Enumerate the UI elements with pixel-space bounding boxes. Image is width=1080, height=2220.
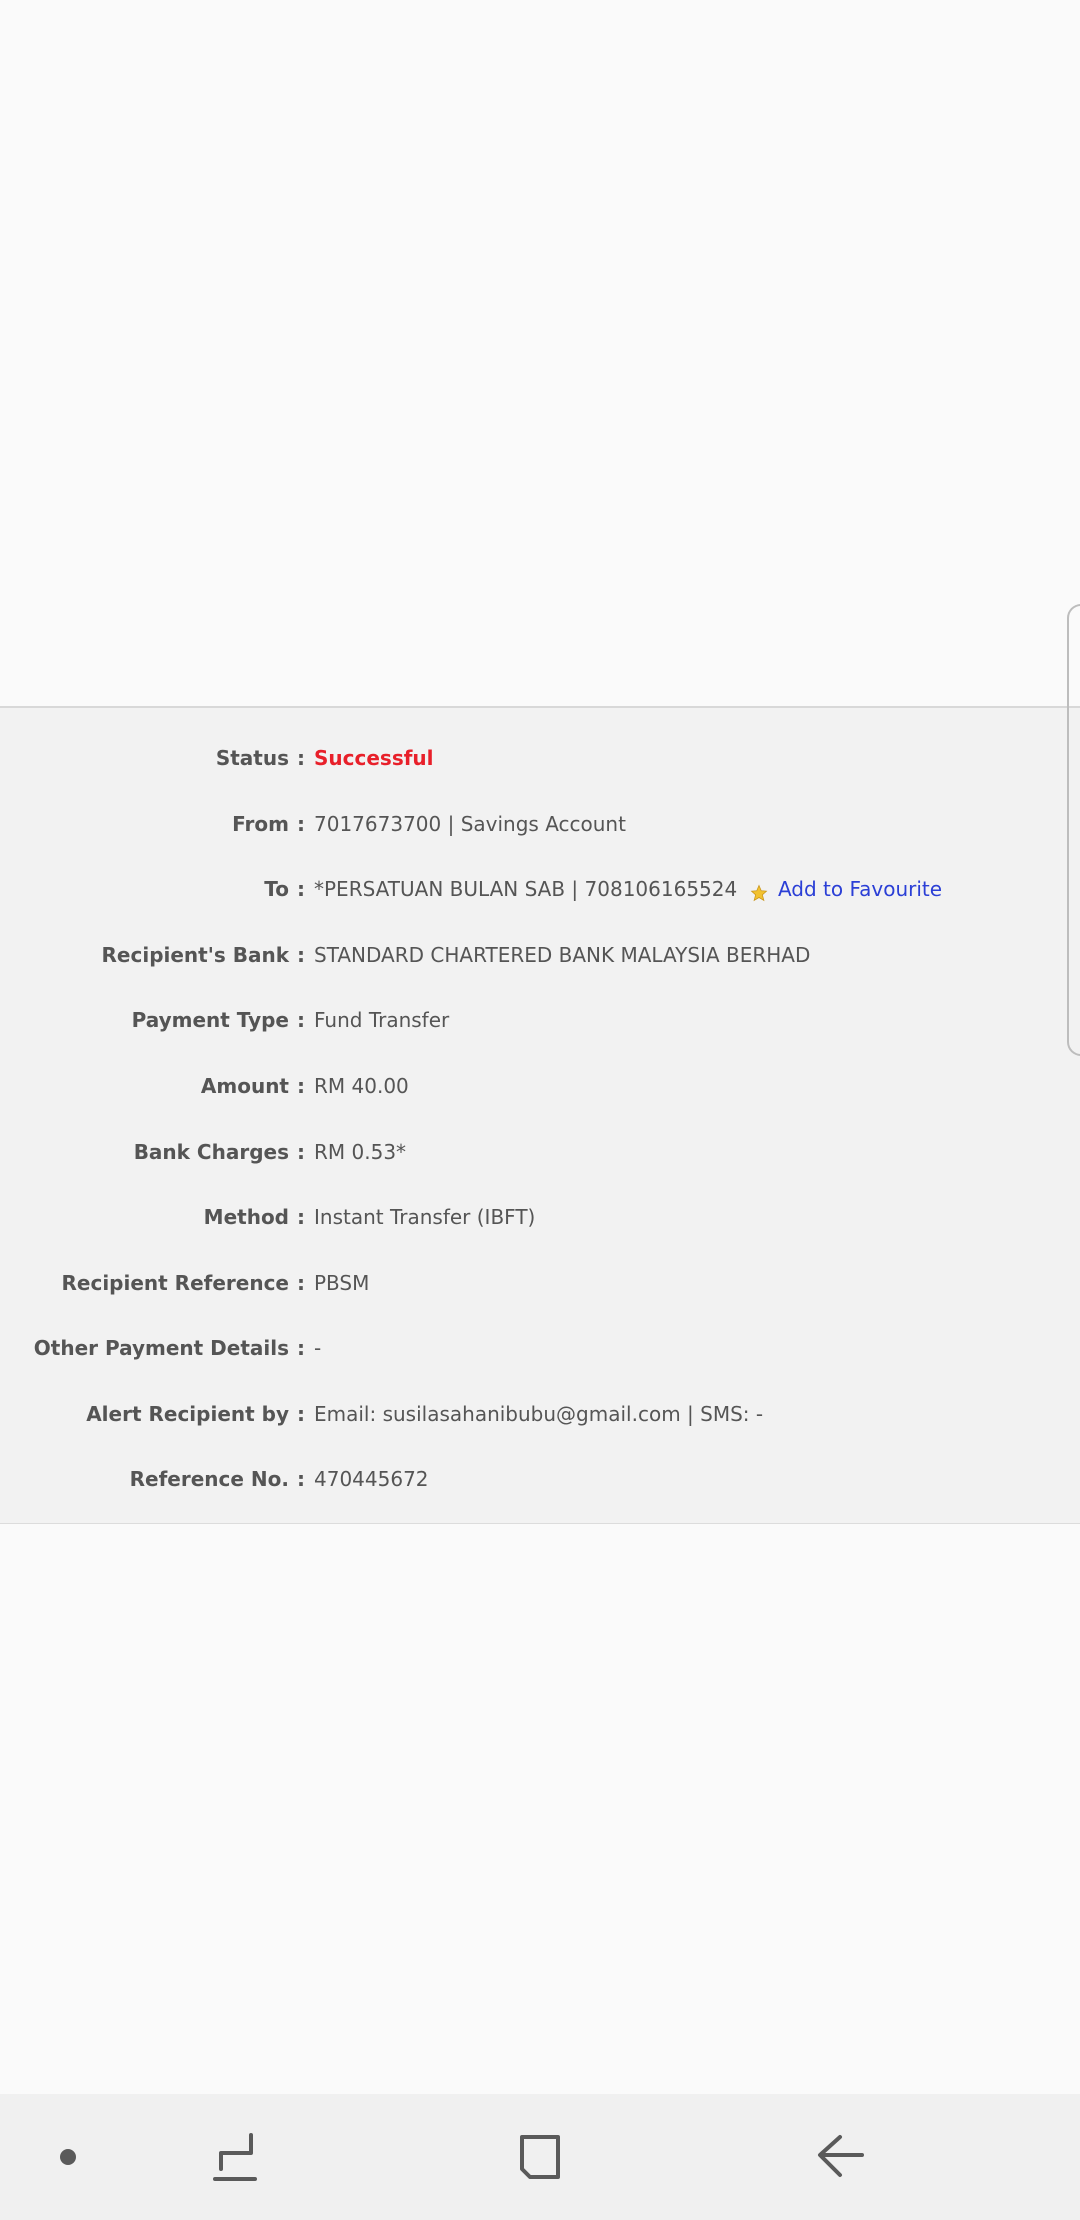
screen: Status : Successful From : 7017673700 | … bbox=[0, 0, 1080, 2220]
method-row: Method : Instant Transfer (IBFT) bbox=[0, 1197, 1080, 1237]
dot-button[interactable] bbox=[28, 2094, 108, 2220]
colon: : bbox=[297, 1402, 305, 1426]
colon: : bbox=[297, 1008, 305, 1032]
colon: : bbox=[297, 877, 305, 901]
back-button[interactable] bbox=[800, 2094, 880, 2220]
navigation-bar bbox=[0, 2094, 1080, 2220]
back-icon bbox=[818, 2135, 864, 2177]
method-value: Instant Transfer (IBFT) bbox=[314, 1205, 536, 1229]
recipient-bank-row: Recipient's Bank : STANDARD CHARTERED BA… bbox=[0, 935, 1080, 975]
from-row: From : 7017673700 | Savings Account bbox=[0, 804, 1080, 844]
transfer-details-panel: Status : Successful From : 7017673700 | … bbox=[0, 706, 1080, 1524]
colon: : bbox=[297, 1205, 305, 1229]
to-row: To : *PERSATUAN BULAN SAB | 708106165524… bbox=[0, 869, 1080, 909]
alert-recipient-value: Email: susilasahanibubu@gmail.com | SMS:… bbox=[314, 1402, 764, 1426]
recipient-reference-row: Recipient Reference : PBSM bbox=[0, 1263, 1080, 1303]
reference-no-row: Reference No. : 470445672 bbox=[0, 1459, 1080, 1499]
to-value-group: *PERSATUAN BULAN SAB | 708106165524 Add … bbox=[314, 869, 942, 909]
from-label: From bbox=[232, 812, 289, 836]
amount-value: RM 40.00 bbox=[314, 1074, 409, 1098]
method-label: Method bbox=[203, 1205, 289, 1229]
colon: : bbox=[297, 943, 305, 967]
recipient-reference-label: Recipient Reference bbox=[61, 1271, 290, 1295]
bank-charges-value: RM 0.53* bbox=[314, 1140, 407, 1164]
colon: : bbox=[297, 746, 305, 770]
other-payment-details-row: Other Payment Details : - bbox=[0, 1328, 1080, 1368]
recipient-bank-value: STANDARD CHARTERED BANK MALAYSIA BERHAD bbox=[314, 943, 811, 967]
alert-recipient-row: Alert Recipient by : Email: susilasahani… bbox=[0, 1394, 1080, 1434]
to-value: *PERSATUAN BULAN SAB | 708106165524 bbox=[314, 877, 738, 901]
home-icon bbox=[520, 2135, 560, 2179]
other-payment-details-label: Other Payment Details bbox=[33, 1336, 289, 1360]
reference-no-value: 470445672 bbox=[314, 1467, 429, 1491]
from-value: 7017673700 | Savings Account bbox=[314, 812, 626, 836]
colon: : bbox=[297, 1074, 305, 1098]
edge-panel-handle[interactable] bbox=[1067, 604, 1080, 1056]
status-row: Status : Successful bbox=[0, 738, 1080, 778]
recent-apps-icon bbox=[213, 2133, 257, 2181]
payment-type-row: Payment Type : Fund Transfer bbox=[0, 1000, 1080, 1040]
amount-label: Amount bbox=[200, 1074, 289, 1098]
bank-charges-label: Bank Charges bbox=[133, 1140, 289, 1164]
dot-icon bbox=[60, 2149, 76, 2165]
colon: : bbox=[297, 1140, 305, 1164]
colon: : bbox=[297, 812, 305, 836]
colon: : bbox=[297, 1336, 305, 1360]
status-value: Successful bbox=[314, 746, 434, 770]
reference-no-label: Reference No. bbox=[129, 1467, 289, 1491]
home-button[interactable] bbox=[498, 2094, 578, 2220]
amount-row: Amount : RM 40.00 bbox=[0, 1066, 1080, 1106]
blank-content-area bbox=[0, 0, 1080, 706]
bank-charges-row: Bank Charges : RM 0.53* bbox=[0, 1132, 1080, 1172]
recipient-reference-value: PBSM bbox=[314, 1271, 370, 1295]
alert-recipient-label: Alert Recipient by bbox=[86, 1402, 289, 1426]
colon: : bbox=[297, 1467, 305, 1491]
status-label: Status bbox=[215, 746, 289, 770]
add-to-favourite-link[interactable]: Add to Favourite bbox=[778, 877, 942, 901]
recipient-bank-label: Recipient's Bank bbox=[101, 943, 289, 967]
to-label: To bbox=[264, 877, 289, 901]
payment-type-value: Fund Transfer bbox=[314, 1008, 450, 1032]
star-icon[interactable] bbox=[750, 884, 768, 902]
colon: : bbox=[297, 1271, 305, 1295]
other-payment-details-value: - bbox=[314, 1336, 322, 1360]
payment-type-label: Payment Type bbox=[131, 1008, 289, 1032]
recent-apps-button[interactable] bbox=[195, 2094, 275, 2220]
